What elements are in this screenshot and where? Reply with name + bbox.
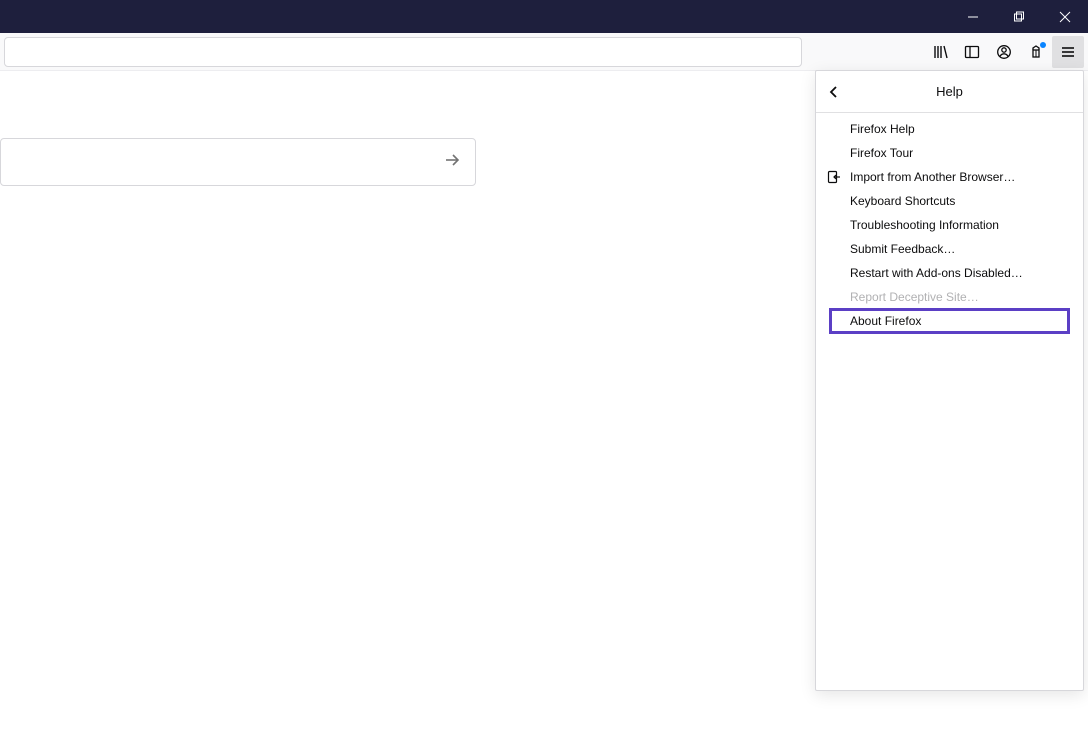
- window-minimize-button[interactable]: [950, 0, 996, 33]
- help-panel-header: Help: [816, 71, 1083, 113]
- menu-item-restart-with-add-ons-disabled[interactable]: Restart with Add-ons Disabled…: [816, 261, 1083, 285]
- url-bar[interactable]: [4, 37, 802, 67]
- blank-icon: [824, 193, 844, 209]
- blank-icon: [824, 145, 844, 161]
- menu-item-label: Submit Feedback…: [850, 242, 955, 256]
- window-titlebar: [0, 0, 1088, 33]
- library-button[interactable]: [924, 36, 956, 68]
- menu-item-import-from-another-browser[interactable]: Import from Another Browser…: [816, 165, 1083, 189]
- blank-icon: [824, 217, 844, 233]
- account-button[interactable]: [988, 36, 1020, 68]
- blank-icon: [824, 265, 844, 281]
- app-menu-button[interactable]: [1052, 36, 1084, 68]
- menu-item-label: Restart with Add-ons Disabled…: [850, 266, 1023, 280]
- homepage-search-field[interactable]: [0, 138, 476, 186]
- window-maximize-button[interactable]: [996, 0, 1042, 33]
- notification-dot-icon: [1040, 42, 1046, 48]
- panel-back-button[interactable]: [816, 71, 852, 113]
- help-panel: Help Firefox Help Firefox Tour Import from…: [815, 70, 1084, 691]
- menu-item-label: Firefox Help: [850, 122, 915, 136]
- menu-item-firefox-tour[interactable]: Firefox Tour: [816, 141, 1083, 165]
- panel-title: Help: [936, 84, 963, 99]
- menu-item-label: Import from Another Browser…: [850, 170, 1015, 184]
- menu-item-label: Firefox Tour: [850, 146, 913, 160]
- blank-icon: [824, 121, 844, 137]
- browser-toolbar: [0, 33, 1088, 71]
- help-panel-body: Firefox Help Firefox Tour Import from Anot…: [816, 113, 1083, 337]
- menu-item-label: About Firefox: [850, 314, 921, 328]
- window-close-button[interactable]: [1042, 0, 1088, 33]
- search-submit-icon[interactable]: [443, 150, 463, 175]
- menu-item-label: Keyboard Shortcuts: [850, 194, 955, 208]
- blank-icon: [824, 289, 844, 305]
- sidebar-button[interactable]: [956, 36, 988, 68]
- menu-item-firefox-help[interactable]: Firefox Help: [816, 117, 1083, 141]
- menu-item-label: Troubleshooting Information: [850, 218, 999, 232]
- import-icon: [824, 169, 844, 185]
- menu-item-keyboard-shortcuts[interactable]: Keyboard Shortcuts: [816, 189, 1083, 213]
- menu-item-submit-feedback[interactable]: Submit Feedback…: [816, 237, 1083, 261]
- menu-item-report-deceptive-site: Report Deceptive Site…: [816, 285, 1083, 309]
- menu-item-label: Report Deceptive Site…: [850, 290, 979, 304]
- menu-item-about-firefox[interactable]: About Firefox: [830, 309, 1069, 333]
- menu-item-troubleshooting-information[interactable]: Troubleshooting Information: [816, 213, 1083, 237]
- whats-new-button[interactable]: [1020, 36, 1052, 68]
- blank-icon: [824, 241, 844, 257]
